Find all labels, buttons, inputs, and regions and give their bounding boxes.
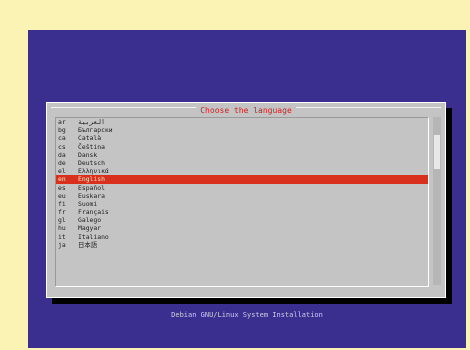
language-code: ja — [58, 240, 66, 249]
language-item-es[interactable]: es Español — [56, 184, 428, 192]
language-dialog: Choose the language ar العربية bg Български… — [46, 102, 446, 298]
language-label: English — [78, 175, 105, 184]
language-code: hu — [58, 224, 66, 233]
language-item-el[interactable]: el Ελληνικά — [56, 167, 428, 175]
language-label: العربية — [78, 118, 105, 126]
language-code: fr — [58, 208, 66, 217]
language-item-en[interactable]: en English — [56, 175, 428, 184]
language-item-bg[interactable]: bg Български — [56, 126, 428, 134]
language-label: 日本語 — [78, 240, 98, 249]
language-code: fi — [58, 199, 66, 208]
picture-frame: Choose the language ar العربية bg Български… — [12, 12, 466, 348]
language-label: Magyar — [78, 224, 102, 233]
language-label: Galego — [78, 216, 102, 225]
language-item-it[interactable]: it Italiano — [56, 233, 428, 241]
language-item-ar[interactable]: ar العربية — [56, 118, 428, 126]
language-label: Català — [78, 134, 102, 143]
language-code: eu — [58, 191, 66, 200]
language-label: Español — [78, 183, 105, 192]
language-code: da — [58, 150, 66, 159]
language-item-gl[interactable]: gl Galego — [56, 216, 428, 224]
language-item-fi[interactable]: fi Suomi — [56, 200, 428, 208]
installer-footer: Debian GNU/Linux System Installation — [171, 311, 323, 319]
language-label: Dansk — [78, 150, 98, 159]
language-code: ar — [58, 118, 66, 126]
language-label: Ελληνικά — [78, 167, 109, 176]
language-label: Български — [78, 126, 113, 135]
language-list[interactable]: ar العربية bg Български ca Català cs Čeština da D… — [55, 117, 429, 287]
language-item-cs[interactable]: cs Čeština — [56, 143, 428, 151]
language-item-ja[interactable]: ja 日本語 — [56, 241, 428, 249]
scrollbar-thumb[interactable] — [434, 135, 440, 169]
language-item-hu[interactable]: hu Magyar — [56, 224, 428, 232]
language-code: gl — [58, 216, 66, 225]
dialog-title-line: Choose the language — [51, 106, 441, 116]
language-label: Italiano — [78, 232, 109, 241]
language-code: de — [58, 158, 66, 167]
language-label: Français — [78, 208, 109, 217]
language-code: ca — [58, 134, 66, 143]
language-label: Suomi — [78, 199, 98, 208]
language-code: bg — [58, 126, 66, 135]
installer-screen: Choose the language ar العربية bg Български… — [28, 30, 466, 348]
language-item-fr[interactable]: fr Français — [56, 208, 428, 216]
language-label: Euskara — [78, 191, 105, 200]
language-item-eu[interactable]: eu Euskara — [56, 192, 428, 200]
language-item-de[interactable]: de Deutsch — [56, 159, 428, 167]
language-label: Deutsch — [78, 158, 105, 167]
language-code: en — [58, 175, 66, 184]
language-item-da[interactable]: da Dansk — [56, 151, 428, 159]
language-code: cs — [58, 142, 66, 151]
language-code: el — [58, 167, 66, 176]
language-label: Čeština — [78, 142, 105, 151]
language-list-scrollbar[interactable] — [433, 117, 441, 285]
language-item-ca[interactable]: ca Català — [56, 134, 428, 142]
language-code: it — [58, 232, 66, 241]
language-code: es — [58, 183, 66, 192]
dialog-title: Choose the language — [196, 106, 296, 116]
